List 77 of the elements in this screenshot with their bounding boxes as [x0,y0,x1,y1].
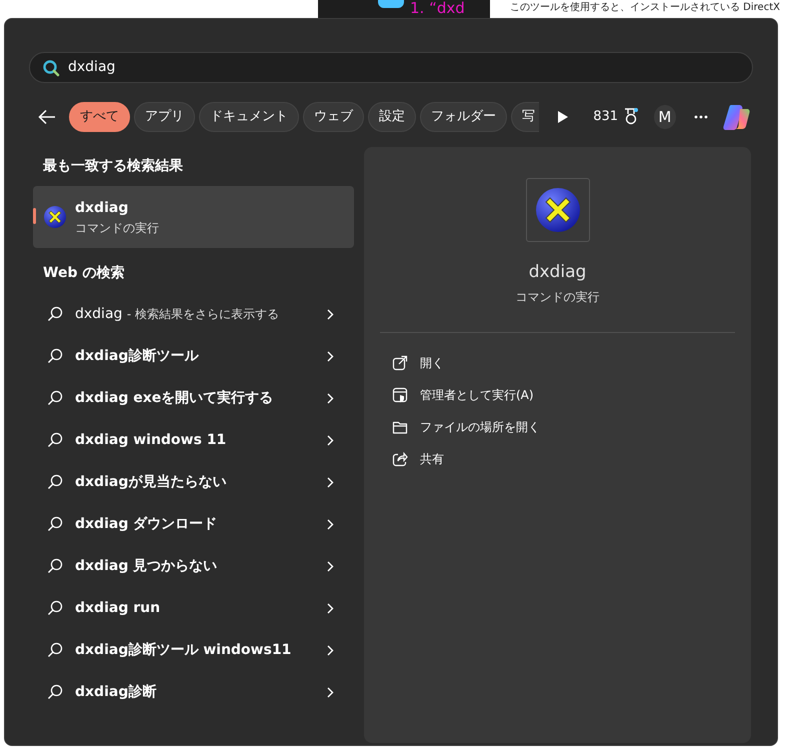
chevron-icon [327,434,334,446]
share-icon [392,450,408,466]
result-text: dxdiag 見つからない [75,556,218,576]
result-hint: - 検索結果をさらに表示する [126,306,280,320]
filter-tab[interactable]: アプリ [134,102,195,132]
filter-tab[interactable]: すべて [68,102,130,132]
web-result-item[interactable]: dxdiag - 検索結果をさらに表示する [33,293,354,335]
filter-tab[interactable]: 写 [510,102,539,132]
chevron-icon [327,686,334,698]
web-result-item[interactable]: dxdiag診断ツール windows11 [33,629,354,671]
more-icon [694,115,708,119]
section-heading: Web の検索 [42,264,126,283]
filter-tab[interactable]: ウェブ [302,102,364,132]
result-text: dxdiag診断ツール windows11 [75,640,292,660]
search-icon [47,474,63,490]
app-name: dxdiag [75,198,130,218]
action-item[interactable]: ファイルの場所を開く [364,410,751,442]
web-result-item[interactable]: dxdiag ダウンロード [33,503,354,545]
filter-tab[interactable]: フォルダー [420,102,507,132]
search-icon [47,432,63,448]
chevron-icon [327,308,334,320]
open-external-icon [392,354,408,370]
chevron-icon [327,602,334,614]
tab-pill [378,0,404,8]
web-result-item[interactable]: dxdiag診断ツール [33,335,354,377]
play-icon [558,111,568,123]
result-text: dxdiag ダウンロード [75,514,218,534]
section-heading: 最も一致する検索結果 [42,157,184,176]
result-text: dxdiag run [75,598,162,618]
web-result-item[interactable]: dxdiag 見つからない [33,545,354,587]
chevron-icon [327,350,334,362]
chevron-icon [327,560,334,572]
points-count: 831 [593,108,618,126]
back-arrow-icon [38,109,56,125]
app-icon [43,205,67,229]
shield-window-icon [392,386,408,402]
web-result-item[interactable]: dxdiag exeを開いて実行する [33,377,354,419]
result-text: dxdiag exeを開いて実行する [75,388,274,408]
filter-tab[interactable]: 設定 [368,102,416,132]
action-item[interactable]: 開く [364,346,751,378]
search-icon [42,58,60,76]
web-result-item[interactable]: dxdiag run [33,587,354,629]
web-result-item[interactable]: dxdiag診断 [33,671,354,713]
search-input[interactable]: dxdiag [68,57,740,78]
result-text: dxdiag診断ツール [75,346,200,366]
result-text: dxdiag windows 11 [75,430,228,450]
result-text: dxdiag [75,306,124,322]
chevron-icon [327,518,334,530]
search-bar[interactable]: dxdiag [29,52,753,83]
best-match-item[interactable]: dxdiag コマンドの実行 [33,186,354,248]
search-icon [47,390,63,406]
search-icon [47,684,63,700]
chevron-icon [327,476,334,488]
search-icon [47,558,63,574]
app-icon [526,178,590,242]
action-item[interactable]: 管理者として実行(A) [364,378,751,410]
account-avatar[interactable]: M [654,105,676,129]
medal-icon [622,108,639,126]
app-type: コマンドの実行 [75,220,159,236]
search-icon [47,348,63,364]
assistant-logo-icon [722,103,752,131]
search-icon [47,306,63,322]
result-text: dxdiagが見当たらない [75,472,228,492]
heading-text: 1. “dxd [410,1,465,16]
app-name: dxdiag [528,261,588,284]
web-result-item[interactable]: dxdiag windows 11 [33,419,354,461]
paragraph-text: このツールを使用すると、インストールされている DirectX [510,2,780,13]
result-text: dxdiag診断 [75,682,158,702]
search-icon [47,642,63,658]
chevron-icon [327,644,334,656]
chevron-icon [327,392,334,404]
search-icon [47,516,63,532]
action-item[interactable]: 共有 [364,442,751,474]
search-icon [47,600,63,616]
web-result-item[interactable]: dxdiagが見当たらない [33,461,354,503]
filter-tab[interactable]: ドキュメント [198,102,299,132]
app-type: コマンドの実行 [514,288,600,306]
